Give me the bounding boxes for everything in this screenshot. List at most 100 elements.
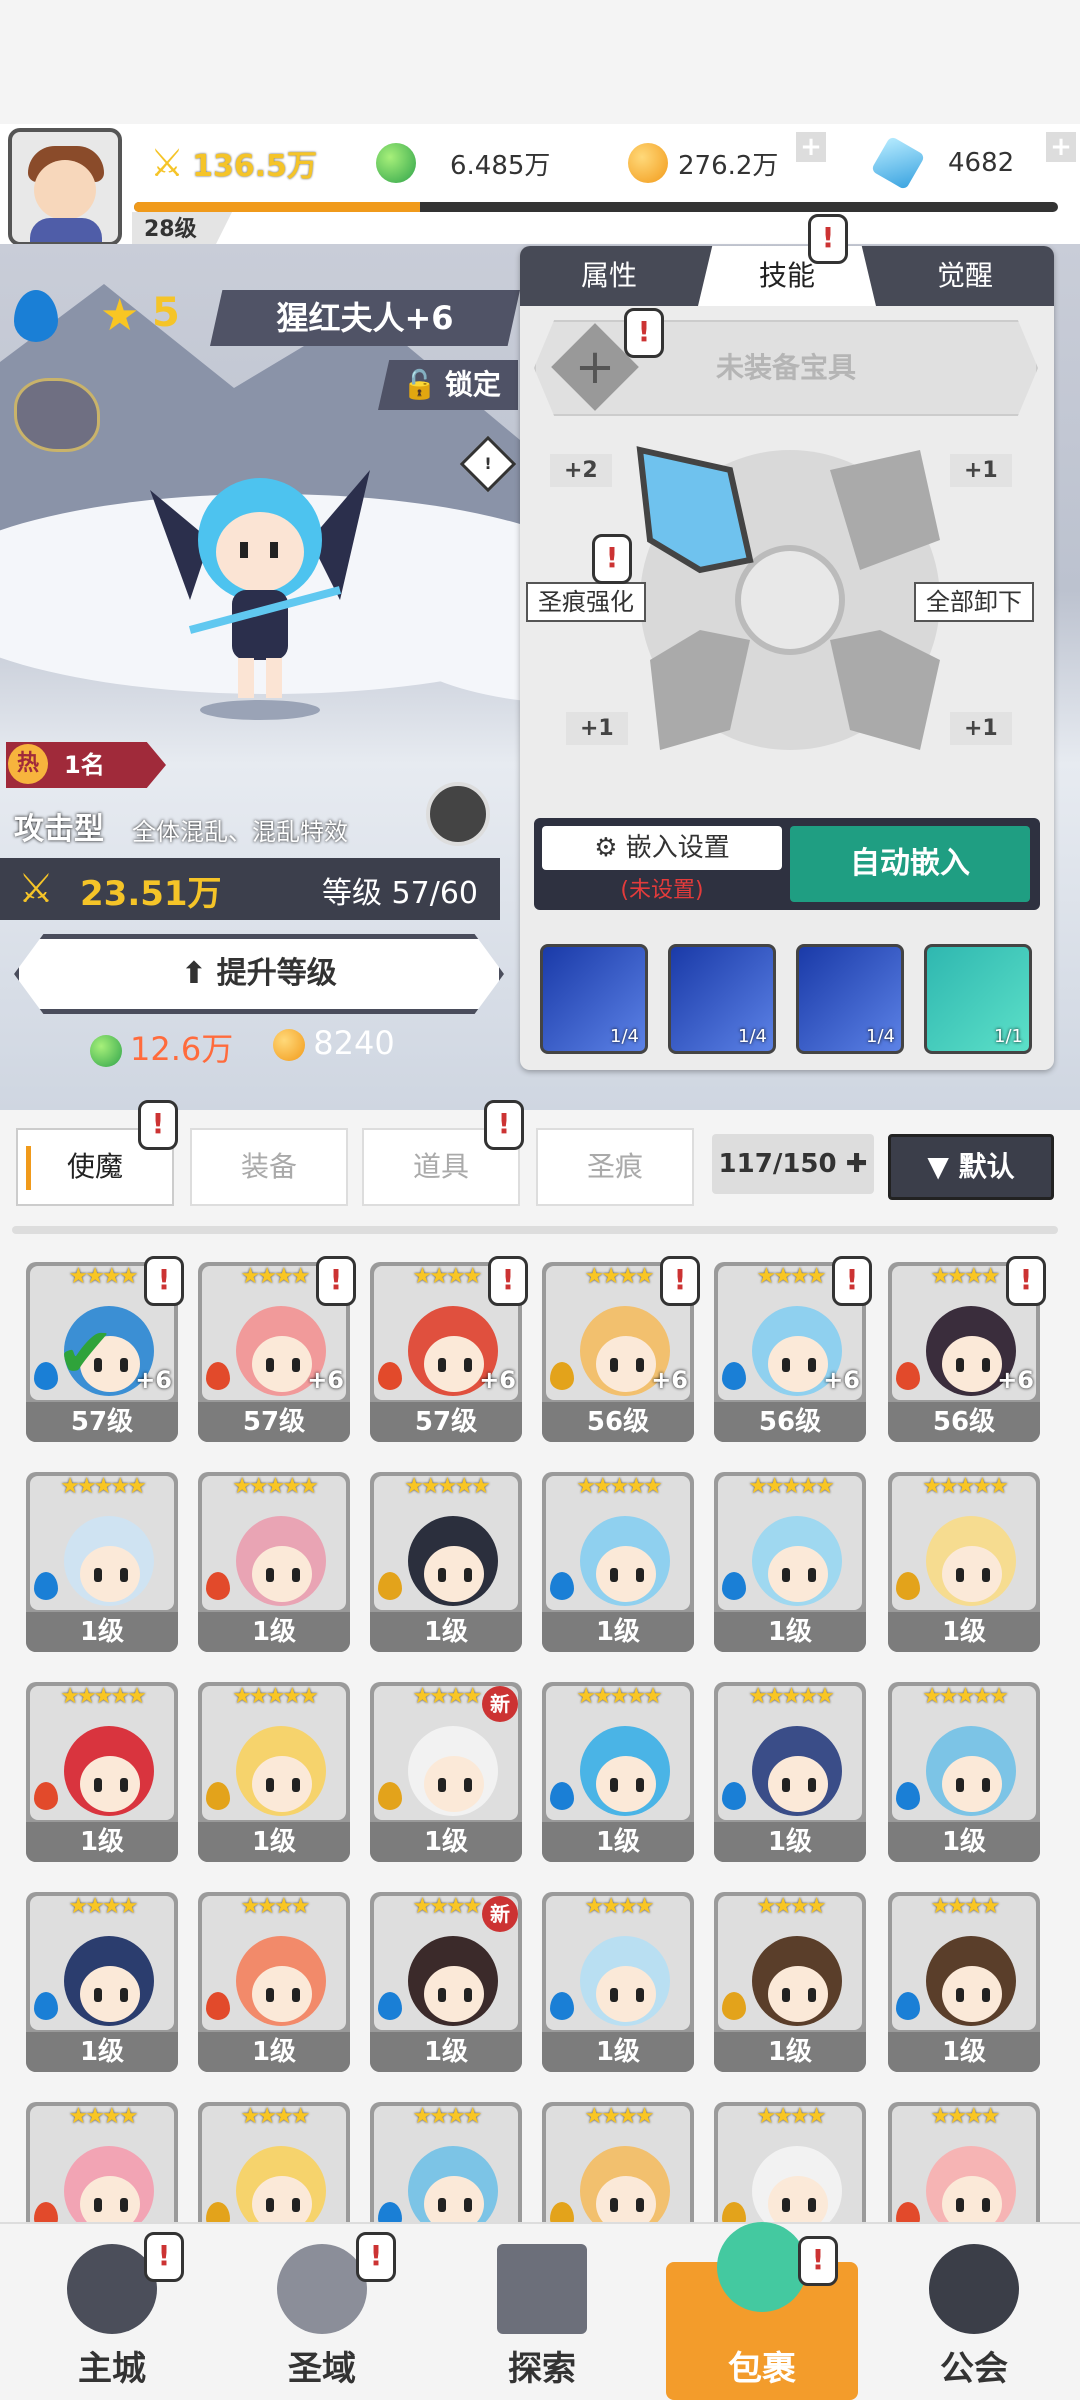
familiar-eye (808, 1988, 816, 2002)
familiar-level: 1级 (542, 1822, 694, 1862)
embed-status: (未设置) (620, 878, 704, 903)
warning-badge: ! (484, 1100, 524, 1150)
add-crystal-button[interactable]: + (1046, 132, 1076, 162)
gold-coin-icon (628, 143, 668, 183)
nav-guild[interactable]: 公会 (884, 2226, 1064, 2400)
familiar-eye (982, 1778, 990, 1792)
exp-bar-fill (134, 202, 421, 212)
tab-skills[interactable]: 技能 (698, 246, 876, 306)
skill-slot[interactable]: 1/4 (540, 944, 648, 1054)
familiar-card[interactable]: ★★★★★ 1级 (542, 1472, 694, 1652)
tab-awaken[interactable]: 觉醒 (876, 246, 1054, 306)
familiar-card[interactable]: ★★★★★ 1级 (198, 1682, 350, 1862)
tab-equipment[interactable]: 装备 (190, 1128, 348, 1206)
familiar-card[interactable]: ★★★★ 1级 (542, 1892, 694, 2072)
skill-count: 1/1 (994, 1026, 1023, 1047)
familiar-eye (292, 2198, 300, 2212)
skill-slot[interactable]: 1/4 (796, 944, 904, 1054)
familiar-face (252, 1966, 312, 2022)
rotate-view-icon[interactable] (426, 782, 490, 846)
enhance-level: +6 (823, 1366, 860, 1394)
familiar-card[interactable]: ★★★★★ 1级 (888, 1682, 1040, 1862)
enhance-level: +6 (307, 1366, 344, 1394)
tab-attributes[interactable]: 属性 (520, 246, 698, 306)
familiar-card[interactable]: ★★★★ 1级 (888, 1892, 1040, 2072)
auto-embed-button[interactable]: 自动嵌入 (790, 826, 1030, 902)
ghost-lock-icon[interactable] (14, 378, 100, 452)
familiar-face (252, 1756, 312, 1812)
tab-stigmata[interactable]: 圣痕 (536, 1128, 694, 1206)
familiar-eye (94, 2198, 102, 2212)
player-avatar[interactable] (8, 128, 122, 246)
familiar-card[interactable]: ★★★★★ 1级 (198, 1472, 350, 1652)
familiar-eye (782, 2198, 790, 2212)
familiar-eye (782, 1568, 790, 1582)
familiar-card[interactable]: ★★★★ 新 1级 (370, 1682, 522, 1862)
triangle-down-icon: ▼ (927, 1150, 959, 1183)
star-rating: ★★★★★ (232, 1684, 319, 1709)
familiar-level: 1级 (888, 1822, 1040, 1862)
lock-label: 锁定 (444, 368, 501, 401)
familiar-card[interactable]: ★★★★★ 1级 (714, 1682, 866, 1862)
familiar-eye (956, 1778, 964, 1792)
skill-count: 1/4 (610, 1026, 639, 1047)
star-rating: ★★★★★ (60, 1684, 147, 1709)
gold-value: 276.2万 (678, 150, 779, 181)
familiar-card[interactable]: ★★★★★ 1级 (888, 1472, 1040, 1652)
familiar-eye (636, 1778, 644, 1792)
enhance-button[interactable]: 圣痕强化 (526, 582, 646, 622)
star-rating: ★★★★★ (576, 1684, 663, 1709)
water-element-icon (722, 1782, 746, 1810)
power-resource: ⚔ 136.5万 (150, 132, 317, 194)
familiar-card[interactable]: ★★★★★ 1级 (714, 1472, 866, 1652)
familiar-card[interactable]: ★★★★ 1级 (198, 1892, 350, 2072)
star-rating: ★★★★★ (922, 1474, 1009, 1499)
embed-settings-button[interactable]: ⚙ 嵌入设置 (542, 826, 782, 870)
familiar-eye (982, 2198, 990, 2212)
fire-element-icon (896, 1362, 920, 1390)
familiar-card[interactable]: ★★★★★ 1级 (542, 1682, 694, 1862)
nav-explore[interactable]: 探索 (452, 2226, 632, 2400)
familiar-level: 56级 (542, 1402, 694, 1442)
familiar-eye (610, 1988, 618, 2002)
inventory-count[interactable]: 117/150 ✚ (712, 1134, 874, 1194)
familiar-eye (292, 1778, 300, 1792)
crystal-value: 4682 (948, 148, 1015, 178)
lock-button[interactable]: 🔓 锁定 (378, 360, 518, 410)
familiar-card[interactable]: ★★★★★ 1级 (26, 1682, 178, 1862)
rank-value: 1名 (64, 751, 105, 779)
sort-button[interactable]: ▼ 默认 (888, 1134, 1054, 1200)
skill-slot[interactable]: 1/4 (668, 944, 776, 1054)
familiar-face (424, 1966, 484, 2022)
skill-slot[interactable]: 1/1 (924, 944, 1032, 1054)
familiar-eye (464, 1988, 472, 2002)
familiar-card[interactable]: ★★★★ 1级 (714, 1892, 866, 2072)
embed-settings-label: 嵌入设置 (625, 833, 730, 863)
water-element-icon (378, 1992, 402, 2020)
familiar-eye (292, 1988, 300, 2002)
gold-coin-icon (273, 1029, 306, 1061)
familiar-eye (636, 1358, 644, 1372)
familiar-face (80, 1546, 140, 1602)
upgrade-level-button[interactable]: ⬆ 提升等级 (14, 934, 504, 1014)
star-rating: ★★★★★ (576, 1474, 663, 1499)
nav-label: 探索 (508, 2349, 576, 2389)
crossed-swords-icon: ⚔ (18, 866, 54, 912)
add-gold-button[interactable]: + (796, 132, 826, 162)
familiar-eye (782, 1778, 790, 1792)
familiar-face (596, 1336, 656, 1392)
unequip-all-button[interactable]: 全部卸下 (914, 582, 1034, 622)
familiar-eye (266, 2198, 274, 2212)
star-rating: ★★★★★ (748, 1474, 835, 1499)
familiar-eye (266, 1568, 274, 1582)
familiar-level: 1级 (714, 1822, 866, 1862)
familiar-card[interactable]: ★★★★★ 1级 (26, 1472, 178, 1652)
familiar-card[interactable]: ★★★★ 新 1级 (370, 1892, 522, 2072)
nav-label: 公会 (940, 2349, 1008, 2389)
familiar-card[interactable]: ★★★★ 1级 (26, 1892, 178, 2072)
exp-bar (134, 202, 1058, 212)
enhance-level: +6 (651, 1366, 688, 1394)
familiar-card[interactable]: ★★★★★ 1级 (370, 1472, 522, 1652)
familiar-eye (94, 1988, 102, 2002)
familiar-eye (610, 1778, 618, 1792)
